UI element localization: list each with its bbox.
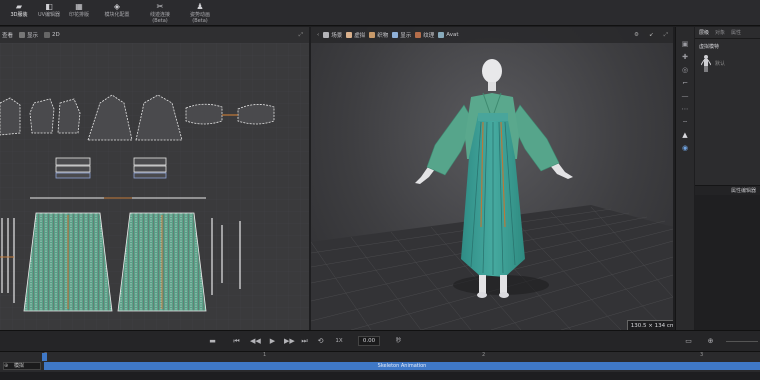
zoom-slider[interactable] — [726, 341, 758, 342]
grid-icon — [44, 32, 51, 38]
cursor-icon[interactable]: ⌐ — [682, 80, 689, 87]
pattern-piece-collar-b — [237, 104, 275, 125]
tab-properties[interactable]: 属性 — [731, 29, 741, 36]
expand-track-icon[interactable]: ⊕ — [4, 363, 8, 369]
folder-icon: ▰ — [15, 2, 23, 11]
texture-menu[interactable]: 纹理 — [415, 31, 434, 39]
skip-end-icon[interactable]: ⏭ — [300, 336, 309, 346]
uv-icon: ◧ — [45, 2, 53, 11]
avatar-settings-menu[interactable]: Avat — [438, 32, 459, 38]
tick-1: 1 — [263, 352, 267, 358]
right-toolbar: ▣ ✚ ◎ ⌐ — ⋯ ╌ ▲ ◉ — [675, 27, 694, 330]
2d-menu[interactable]: 2D — [44, 32, 60, 38]
speed-label[interactable]: 1X — [333, 336, 345, 346]
tape-icon[interactable]: ╌ — [682, 119, 689, 126]
tab-objects[interactable]: 对象 — [715, 29, 725, 36]
viewport-canvas — [311, 59, 673, 330]
step-forward-icon[interactable]: ▶▶ — [284, 336, 295, 346]
view-menu[interactable]: 查看 — [2, 31, 13, 39]
texture-icon — [415, 32, 422, 38]
avatar-menu[interactable]: 虚拟 — [346, 31, 365, 39]
mode-pose[interactable]: ♟ 姿势动画 (Beta) — [180, 0, 220, 26]
export-icon[interactable]: ▭ — [684, 336, 693, 346]
side-tabs: 层级 对象 属性 — [695, 27, 760, 39]
avatar-icon — [346, 32, 353, 38]
timeline-controls: ▬ ⏮ ◀◀ ▶ ▶▶ ⏭ ⟲ 1X 0.00 秒 ▭ ⊕ — [0, 330, 760, 351]
play-icon[interactable]: ▶ — [268, 336, 277, 346]
mode-uv-editor[interactable]: ◧ UV编辑器 — [34, 0, 64, 26]
back-icon[interactable]: ‹ — [317, 32, 319, 38]
track-label[interactable]: 模拟 — [3, 362, 41, 370]
expand-icon[interactable]: ⤢ — [299, 32, 303, 39]
mode-stitch[interactable]: ✂ 线迹连接 (Beta) — [140, 0, 180, 26]
mode-print-layout[interactable]: ▦ 印花排版 — [64, 0, 94, 26]
status-bar — [0, 372, 760, 380]
fabric-icon — [369, 32, 376, 38]
display-icon — [392, 32, 399, 38]
timeline-ruler: 0 1 2 3 — [0, 351, 760, 361]
pattern-piece-front-left — [0, 97, 21, 136]
skeleton-animation-bar[interactable]: Skeleton Animation — [44, 362, 760, 370]
viewport-3d[interactable]: ‹ 场景 虚拟 织物 显示 纹理 Avat ⚙ ↙ ⤢ 130.5 × 134 … — [311, 27, 673, 330]
mode-modular[interactable]: ◈ 模块化配置 — [94, 0, 140, 26]
display-menu[interactable]: 显示 — [19, 31, 38, 39]
stitch-icon: ✂ — [156, 2, 164, 11]
measure-icon[interactable]: — — [682, 93, 689, 100]
expand-icon[interactable]: ⤢ — [664, 32, 668, 39]
tick-3: 3 — [700, 352, 704, 358]
measurement-label: 130.5 × 134 cm — [627, 320, 673, 330]
property-panel — [695, 195, 760, 330]
property-header: 属性编辑器 — [695, 185, 760, 195]
pattern-piece-back — [29, 98, 55, 134]
print-icon: ▦ — [75, 2, 83, 11]
time-input[interactable]: 0.00 — [358, 336, 380, 346]
waistband-right — [133, 157, 167, 166]
loop-icon[interactable]: ⟲ — [316, 336, 325, 346]
settings-icon — [438, 32, 445, 38]
avatar-title[interactable]: 虚拟模特 — [695, 39, 760, 54]
skip-start-icon[interactable]: ⏮ — [232, 336, 241, 346]
record-icon[interactable]: ▬ — [208, 336, 217, 346]
dots-icon[interactable]: ⋯ — [682, 106, 689, 113]
waistband-left — [55, 157, 91, 166]
camera-icon[interactable]: ◉ — [682, 145, 689, 152]
avatar-child-label: 默认 — [715, 60, 726, 67]
object-browser: 层级 对象 属性 虚拟模特 默认 属性编辑器 — [695, 27, 760, 330]
gear-icon[interactable]: ⚙ — [634, 32, 639, 38]
avatar-thumbnail-row[interactable]: 默认 — [695, 54, 760, 72]
animation-track: 模拟 ⊕ Skeleton Animation — [0, 361, 760, 372]
tick-2: 2 — [482, 352, 486, 358]
toolbar-3d: ‹ 场景 虚拟 织物 显示 纹理 Avat ⚙ ↙ ⤢ — [311, 27, 673, 43]
avatar-thumbnail — [701, 55, 711, 72]
display-menu-3d[interactable]: 显示 — [392, 31, 411, 39]
eye-icon — [19, 32, 26, 38]
step-back-icon[interactable]: ◀◀ — [250, 336, 261, 346]
pattern-piece-collar-a — [185, 103, 223, 125]
layers-icon[interactable]: ▣ — [682, 41, 689, 48]
pattern-2d-view[interactable]: 查看 显示 2D ⤢ — [0, 27, 309, 330]
modular-icon: ◈ — [113, 2, 121, 11]
scene-menu[interactable]: 场景 — [323, 31, 342, 39]
fabric-menu[interactable]: 织物 — [369, 31, 388, 39]
scene-icon — [323, 32, 330, 38]
toolbar-2d: 查看 显示 2D ⤢ — [0, 27, 309, 43]
mode-bar: ▰ 3D服装 ◧ UV编辑器 ▦ 印花排版 ◈ 模块化配置 ✂ 线迹连接 (Be… — [0, 0, 760, 26]
zoom-icon[interactable]: ⊕ — [706, 336, 715, 346]
move-icon[interactable]: ✚ — [682, 54, 689, 61]
camera-icon[interactable]: ↙ — [649, 32, 654, 38]
avatar-head — [482, 59, 502, 83]
tab-hierarchy[interactable]: 层级 — [699, 29, 709, 36]
mode-3d-garment[interactable]: ▰ 3D服装 — [4, 0, 34, 26]
playhead[interactable] — [42, 353, 47, 361]
pose-icon: ♟ — [196, 2, 204, 11]
target-icon[interactable]: ◎ — [682, 67, 689, 74]
avatar-body-icon[interactable]: ▲ — [682, 132, 689, 139]
time-unit[interactable]: 秒 — [394, 336, 403, 346]
pattern-canvas — [0, 43, 309, 330]
